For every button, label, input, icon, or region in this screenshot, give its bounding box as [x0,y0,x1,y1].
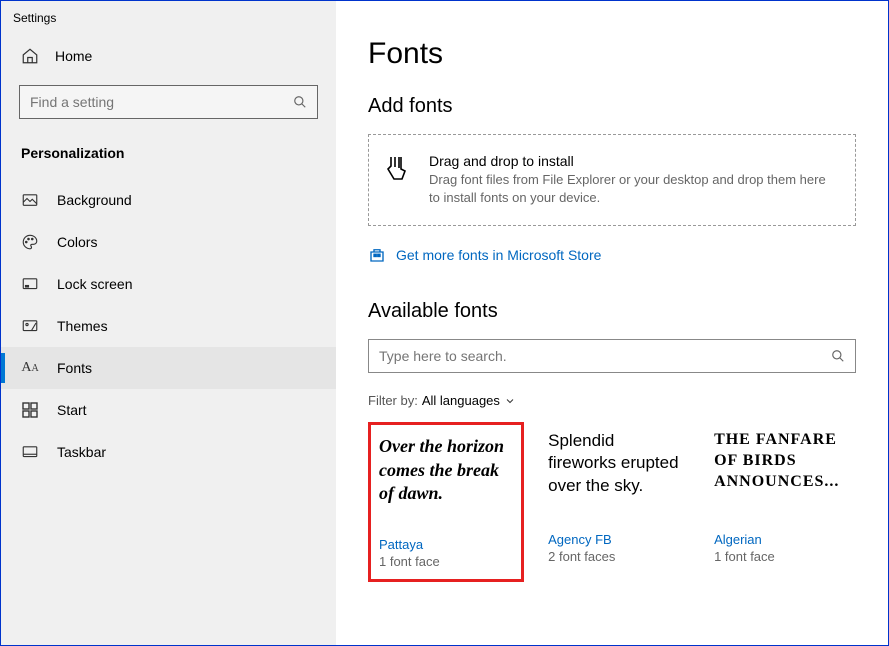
font-preview: Over the horizon comes the break of dawn… [379,435,513,527]
sidebar-item-label: Start [57,402,87,418]
font-grid: Over the horizon comes the break of dawn… [368,422,856,582]
page-title: Fonts [368,37,856,71]
lockscreen-icon [21,275,39,293]
sidebar-item-start[interactable]: Start [1,389,336,431]
drag-drop-icon [385,153,411,183]
main-content: Fonts Add fonts Drag and drop to install… [336,1,888,645]
font-card-pattaya[interactable]: Over the horizon comes the break of dawn… [368,422,524,582]
settings-search-input[interactable] [30,94,293,110]
settings-search[interactable] [19,85,318,119]
filter-label: Filter by: [368,393,418,408]
add-fonts-heading: Add fonts [368,95,856,118]
store-icon [368,246,386,264]
chevron-down-icon [504,395,516,407]
filter-value: All languages [422,393,500,408]
font-faces: 1 font face [714,549,850,564]
font-dropzone[interactable]: Drag and drop to install Drag font files… [368,134,856,226]
home-nav[interactable]: Home [1,35,336,77]
font-card-algerian[interactable]: The fanfare of birds announces... Algeri… [708,422,856,582]
sidebar-item-themes[interactable]: Themes [1,305,336,347]
sidebar-section-header: Personalization [1,137,336,179]
sidebar: Settings Home Personalization Background… [1,1,336,645]
available-fonts-heading: Available fonts [368,300,856,323]
sidebar-item-taskbar[interactable]: Taskbar [1,431,336,473]
home-label: Home [55,48,92,64]
fonts-icon: AA [21,359,39,377]
sidebar-item-label: Lock screen [57,276,132,292]
taskbar-icon [21,443,39,461]
picture-icon [21,191,39,209]
sidebar-item-background[interactable]: Background [1,179,336,221]
store-link-label: Get more fonts in Microsoft Store [396,247,601,263]
dropzone-description: Drag font files from File Explorer or yo… [429,171,839,207]
font-faces: 1 font face [379,554,513,569]
sidebar-item-colors[interactable]: Colors [1,221,336,263]
font-search-input[interactable] [379,348,831,364]
sidebar-item-fonts[interactable]: AA Fonts [1,347,336,389]
font-name: Agency FB [548,532,684,547]
window-title: Settings [1,9,336,35]
themes-icon [21,317,39,335]
home-icon [21,47,39,65]
store-link[interactable]: Get more fonts in Microsoft Store [368,246,856,264]
search-icon [293,95,307,109]
sidebar-item-label: Background [57,192,132,208]
search-icon [831,349,845,363]
font-faces: 2 font faces [548,549,684,564]
sidebar-item-label: Fonts [57,360,92,376]
palette-icon [21,233,39,251]
font-name: Algerian [714,532,850,547]
sidebar-item-lockscreen[interactable]: Lock screen [1,263,336,305]
font-preview: The fanfare of birds announces... [714,430,850,522]
font-preview: Splendid fireworks erupted over the sky. [548,430,684,522]
font-search[interactable] [368,339,856,373]
font-name: Pattaya [379,537,513,552]
sidebar-item-label: Themes [57,318,108,334]
sidebar-item-label: Colors [57,234,97,250]
sidebar-item-label: Taskbar [57,444,106,460]
dropzone-title: Drag and drop to install [429,153,839,169]
start-icon [21,401,39,419]
filter-by[interactable]: Filter by: All languages [368,393,856,408]
font-card-agency[interactable]: Splendid fireworks erupted over the sky.… [542,422,690,582]
